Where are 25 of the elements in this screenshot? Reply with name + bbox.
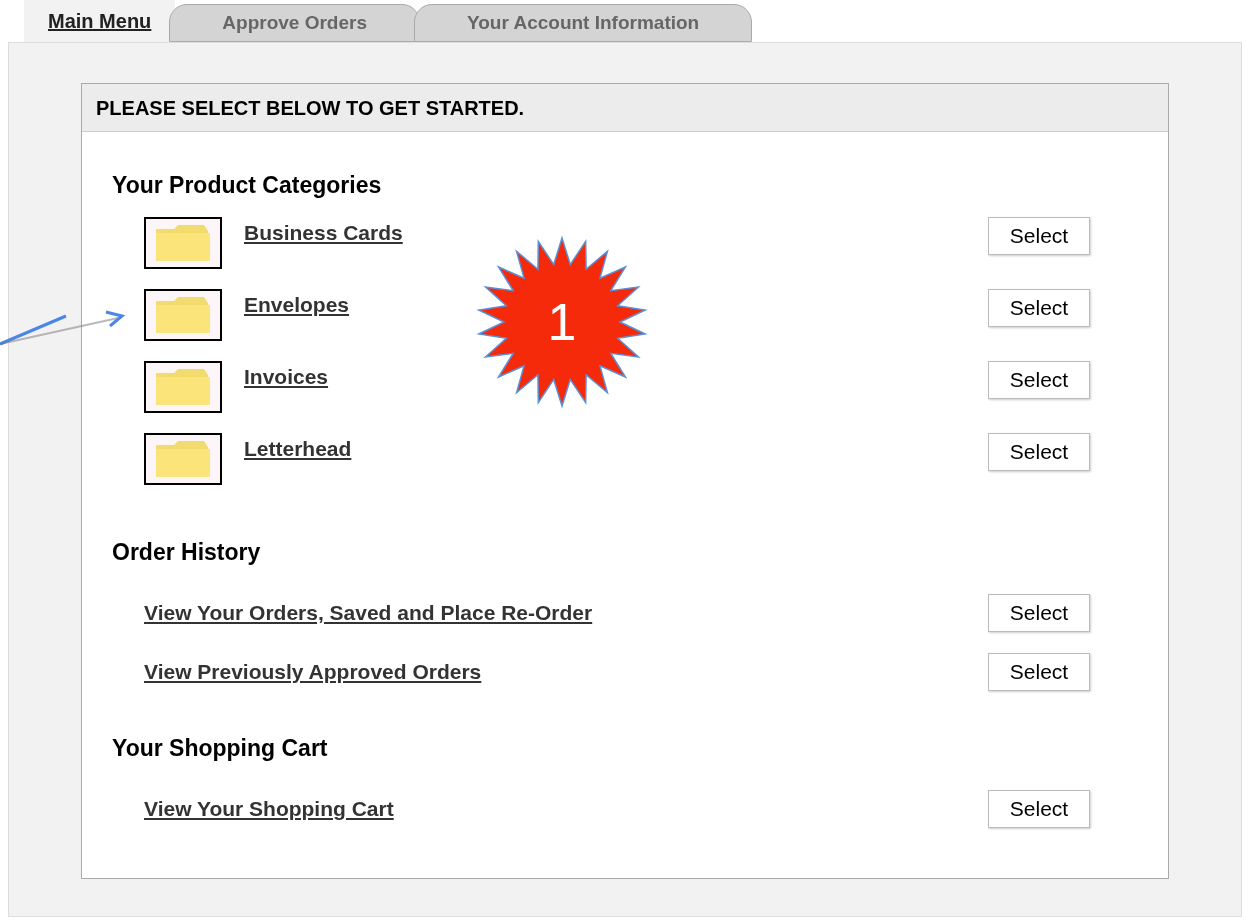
category-link[interactable]: Envelopes (244, 288, 350, 320)
folder-icon (144, 360, 222, 413)
folder-icon (144, 432, 222, 485)
category-link[interactable]: Letterhead (244, 432, 352, 464)
tab[interactable]: Your Account Information (414, 4, 753, 42)
section-title: Your Shopping Cart (112, 734, 329, 763)
select-button[interactable]: Select (988, 288, 1090, 327)
tab[interactable]: Main Menu (24, 0, 176, 42)
select-button[interactable]: Select (988, 790, 1090, 828)
section-title: Order History (112, 537, 262, 567)
category-link[interactable]: Invoices (244, 360, 329, 392)
folder-icon (144, 288, 222, 341)
section-title: Your Product Categories (112, 171, 383, 200)
category-link[interactable]: View Your Shopping Cart (144, 793, 394, 825)
select-button[interactable]: Select (988, 216, 1090, 255)
select-button[interactable]: Select (988, 360, 1090, 399)
select-button[interactable]: Select (988, 593, 1090, 632)
panel-header: PLEASE SELECT BELOW TO GET STARTED. (82, 84, 1168, 132)
category-link[interactable]: Business Cards (244, 216, 403, 248)
select-button[interactable]: Select (988, 652, 1090, 691)
folder-icon (144, 216, 222, 269)
category-link[interactable]: View Previously Approved Orders (144, 655, 482, 688)
select-button[interactable]: Select (988, 432, 1090, 471)
category-link[interactable]: View Your Orders, Saved and Place Re-Order (144, 596, 593, 629)
callout-number: 1 (547, 294, 577, 350)
